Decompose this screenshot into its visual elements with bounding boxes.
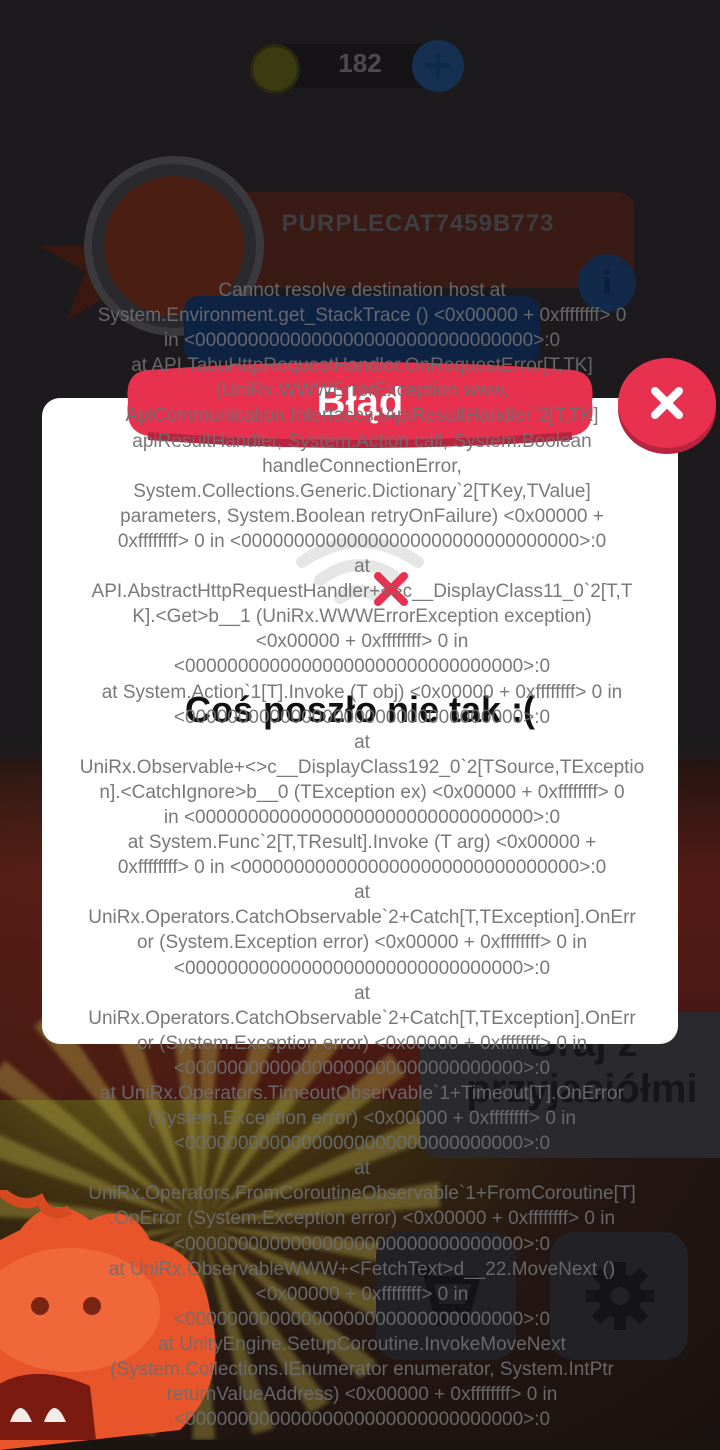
info-button[interactable]: i <box>578 254 636 312</box>
avatar-monster-icon <box>104 176 244 316</box>
cart-icon <box>414 1266 480 1326</box>
close-icon <box>651 387 683 419</box>
coin-count: 182 <box>338 48 382 78</box>
settings-button[interactable] <box>550 1232 688 1360</box>
monster-mascot <box>0 1190 216 1450</box>
gear-icon <box>586 1262 654 1330</box>
add-coins-button[interactable]: + <box>412 40 464 92</box>
coin-icon <box>250 44 300 94</box>
close-button[interactable] <box>618 358 716 448</box>
wifi-off-icon <box>296 536 424 606</box>
dialog-title: Błąd <box>316 380 404 424</box>
error-message: Coś poszło nie tak :( <box>184 689 536 730</box>
player-name: PURPLECAT7459B773 <box>281 210 555 237</box>
shop-button[interactable] <box>376 1232 516 1360</box>
login-button[interactable] <box>184 296 540 362</box>
